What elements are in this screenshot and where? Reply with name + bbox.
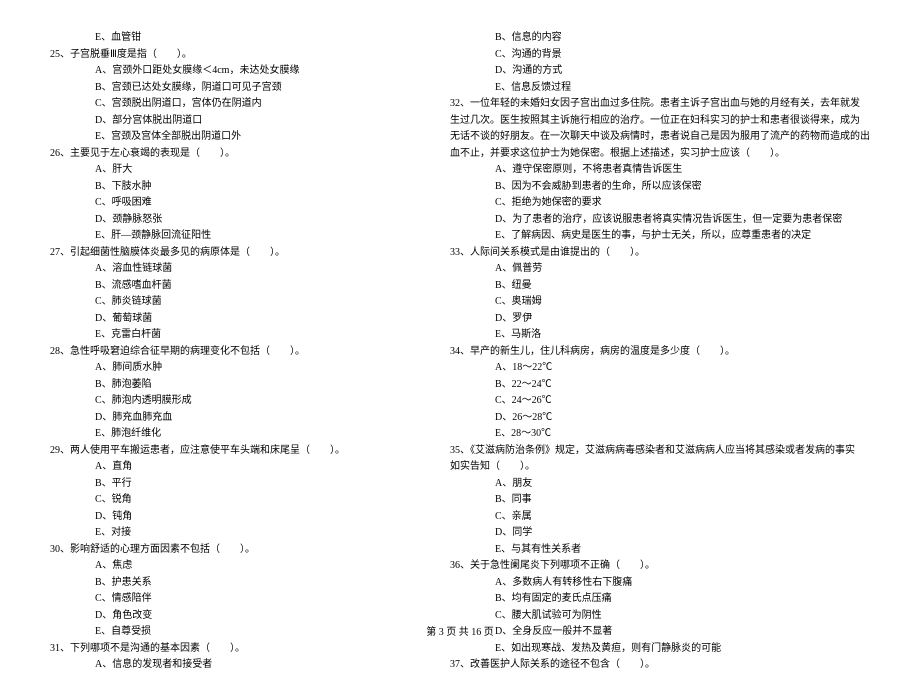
option-item: E、与其有性关系者	[450, 542, 870, 559]
option-item: E、如出现寒战、发热及黄疸，则有门静脉炎的可能	[450, 641, 870, 658]
page-footer: 第 3 页 共 16 页	[0, 623, 920, 638]
option-item: C、宫颈脱出阴道口，宫体仍在阴道内	[50, 96, 420, 113]
question-stem: 31、下列哪项不是沟通的基本因素（ ）。	[50, 641, 420, 658]
option-item: E、28～30℃	[450, 426, 870, 443]
question-stem: 29、两人使用平车搬运患者，应注意使平车头端和床尾呈（ ）。	[50, 443, 420, 460]
option-item: C、沟通的背景	[450, 47, 870, 64]
option-item: B、流感嗜血杆菌	[50, 278, 420, 295]
page-content: E、血管钳25、子宫脱垂Ⅲ度是指（ ）。A、宫颈外口距处女膜缘＜4cm，未达处女…	[0, 0, 920, 694]
option-item: B、护患关系	[50, 575, 420, 592]
left-column: E、血管钳25、子宫脱垂Ⅲ度是指（ ）。A、宫颈外口距处女膜缘＜4cm，未达处女…	[50, 30, 420, 674]
question-stem: 如实告知（ ）。	[450, 459, 870, 476]
option-item: D、26～28℃	[450, 410, 870, 427]
question-stem: 36、关于急性阑尾炎下列哪项不正确（ ）。	[450, 558, 870, 575]
option-item: C、亲属	[450, 509, 870, 526]
option-item: C、24～26℃	[450, 393, 870, 410]
option-item: D、罗伊	[450, 311, 870, 328]
option-item: A、佩普劳	[450, 261, 870, 278]
option-item: B、肺泡萎陷	[50, 377, 420, 394]
option-item: A、多数病人有转移性右下腹痛	[450, 575, 870, 592]
option-item: A、焦虑	[50, 558, 420, 575]
question-stem: 无话不谈的好朋友。在一次聊天中谈及病情时，患者说自己是因为服用了流产的药物而造成…	[450, 129, 870, 146]
option-item: D、为了患者的治疗，应该说服患者将真实情况告诉医生，但一定要为患者保密	[450, 212, 870, 229]
option-item: D、肺充血肺充血	[50, 410, 420, 427]
option-item: C、腰大肌试验可为阴性	[450, 608, 870, 625]
option-item: E、信息反馈过程	[450, 80, 870, 97]
option-item: C、奥瑞姆	[450, 294, 870, 311]
option-item: A、遵守保密原则，不将患者真情告诉医生	[450, 162, 870, 179]
option-item: C、肺炎链球菌	[50, 294, 420, 311]
option-item: A、肝大	[50, 162, 420, 179]
option-item: D、葡萄球菌	[50, 311, 420, 328]
question-stem: 35、《艾滋病防治条例》规定，艾滋病病毒感染者和艾滋病病人应当将其感染或者发病的…	[450, 443, 870, 460]
option-item: B、22～24℃	[450, 377, 870, 394]
option-item: B、因为不会威胁到患者的生命，所以应该保密	[450, 179, 870, 196]
question-stem: 26、主要见于左心衰竭的表现是（ ）。	[50, 146, 420, 163]
option-item: D、部分宫体脱出阴道口	[50, 113, 420, 130]
option-item: E、血管钳	[50, 30, 420, 47]
option-item: B、下肢水肿	[50, 179, 420, 196]
question-stem: 34、早产的新生儿，住儿科病房，病房的温度是多少度（ ）。	[450, 344, 870, 361]
option-item: C、拒绝为她保密的要求	[450, 195, 870, 212]
option-item: D、角色改变	[50, 608, 420, 625]
option-item: D、同学	[450, 525, 870, 542]
question-stem: 血不止，并要求这位护士为她保密。根据上述描述，实习护士应该（ ）。	[450, 146, 870, 163]
question-stem: 27、引起细菌性脑膜体炎最多见的病原体是（ ）。	[50, 245, 420, 262]
question-stem: 生过几次。医生按照其主诉施行相应的治疗。一位正在妇科实习的护士和患者很谈得来，成…	[450, 113, 870, 130]
option-item: B、宫颈已达处女膜缘，阴道口可见子宫颈	[50, 80, 420, 97]
right-column: B、信息的内容C、沟通的背景D、沟通的方式E、信息反馈过程32、一位年轻的未婚妇…	[450, 30, 870, 674]
option-item: B、均有固定的麦氏点压痛	[450, 591, 870, 608]
option-item: E、肝—颈静脉回流征阳性	[50, 228, 420, 245]
question-stem: 30、影响舒适的心理方面因素不包括（ ）。	[50, 542, 420, 559]
question-stem: 28、急性呼吸窘迫综合征早期的病理变化不包括（ ）。	[50, 344, 420, 361]
option-item: D、沟通的方式	[450, 63, 870, 80]
option-item: A、朋友	[450, 476, 870, 493]
option-item: B、同事	[450, 492, 870, 509]
option-item: C、呼吸困难	[50, 195, 420, 212]
option-item: A、肺间质水肿	[50, 360, 420, 377]
option-item: C、锐角	[50, 492, 420, 509]
option-item: B、纽曼	[450, 278, 870, 295]
question-stem: 32、一位年轻的未婚妇女因子宫出血过多住院。患者主诉子宫出血与她的月经有关，去年…	[450, 96, 870, 113]
option-item: A、信息的发现者和接受者	[50, 657, 420, 674]
option-item: A、18～22℃	[450, 360, 870, 377]
option-item: B、平行	[50, 476, 420, 493]
option-item: E、了解病因、病史是医生的事，与护士无关，所以，应尊重患者的决定	[450, 228, 870, 245]
option-item: A、溶血性链球菌	[50, 261, 420, 278]
option-item: D、钝角	[50, 509, 420, 526]
question-stem: 25、子宫脱垂Ⅲ度是指（ ）。	[50, 47, 420, 64]
option-item: B、信息的内容	[450, 30, 870, 47]
option-item: E、宫颈及宫体全部脱出阴道口外	[50, 129, 420, 146]
option-item: E、克雷白杆菌	[50, 327, 420, 344]
option-item: D、颈静脉怒张	[50, 212, 420, 229]
option-item: E、肺泡纤维化	[50, 426, 420, 443]
question-stem: 37、改善医护人际关系的途径不包含（ ）。	[450, 657, 870, 674]
option-item: E、马斯洛	[450, 327, 870, 344]
option-item: C、情感陪伴	[50, 591, 420, 608]
option-item: A、直角	[50, 459, 420, 476]
option-item: E、对接	[50, 525, 420, 542]
option-item: A、宫颈外口距处女膜缘＜4cm，未达处女膜缘	[50, 63, 420, 80]
option-item: C、肺泡内透明膜形成	[50, 393, 420, 410]
question-stem: 33、人际间关系模式是由谁提出的（ ）。	[450, 245, 870, 262]
